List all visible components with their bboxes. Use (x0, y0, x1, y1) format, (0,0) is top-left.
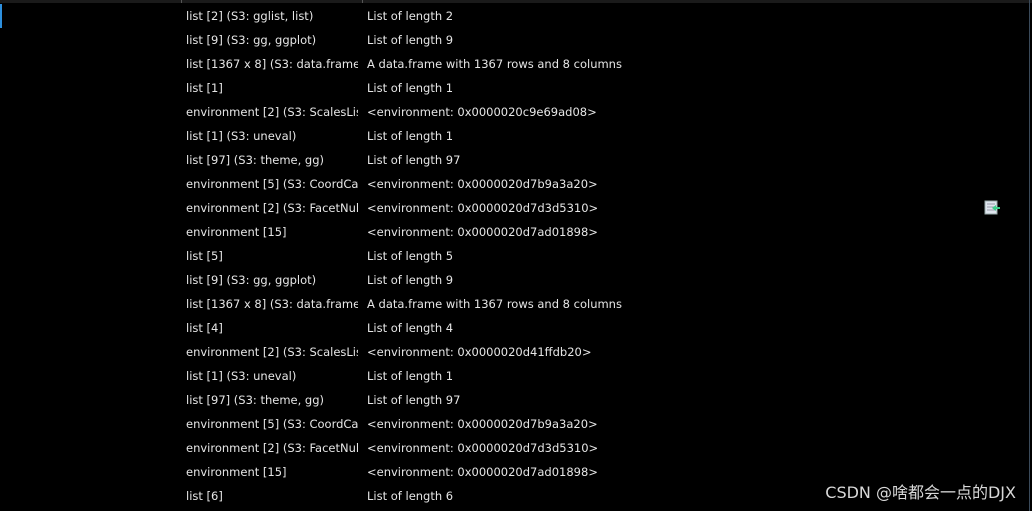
tree-row[interactable]: scalesenvironment [2] (S3: ScalesList, g… (0, 340, 1029, 364)
value-cell: <environment: 0x0000020d7d3d5310> (367, 441, 599, 455)
type-cell: list [97] (S3: theme, gg) (186, 393, 324, 407)
type-cell: list [1] (S3: uneval) (186, 369, 297, 383)
tree-row[interactable]: [[1]]list [9] (S3: gg, ggplot)List of le… (0, 28, 1029, 52)
value-cell: <environment: 0x0000020d7b9a3a20> (367, 177, 598, 191)
tree-row[interactable]: datalist [1367 x 8] (S3: data.frame)A da… (0, 52, 1029, 76)
type-cell: environment [2] (S3: FacetNull, Fa (186, 201, 358, 215)
tree-row[interactable]: datalist [1367 x 8] (S3: data.frame)A da… (0, 292, 1029, 316)
tree-row[interactable]: mappinglist [1] (S3: uneval)List of leng… (0, 124, 1029, 148)
tree-row[interactable]: themelist [97] (S3: theme, gg)List of le… (0, 388, 1029, 412)
type-cell: list [5] (186, 249, 223, 263)
copy-to-console-icon[interactable] (984, 200, 1000, 216)
value-cell: <environment: 0x0000020d7d3d5310> (367, 201, 599, 215)
value-cell: <environment: 0x0000020d7ad01898> (367, 225, 598, 239)
type-cell: environment [15] (186, 465, 287, 479)
value-cell: List of length 2 (367, 9, 454, 23)
tree-row[interactable]: layerslist [1]List of length 1 (0, 76, 1029, 100)
tree-row[interactable]: plot_envenvironment [15]<environment: 0x… (0, 220, 1029, 244)
column-divider[interactable] (181, 0, 182, 3)
type-cell: environment [5] (S3: CoordCartes (186, 417, 358, 431)
value-cell: List of length 97 (367, 153, 461, 167)
type-cell: environment [2] (S3: FacetNull, Fa (186, 441, 358, 455)
value-cell: List of length 5 (367, 249, 454, 263)
type-cell: list [4] (186, 321, 223, 335)
type-cell: list [1] (186, 81, 223, 95)
value-cell: List of length 4 (367, 321, 454, 335)
type-cell: environment [5] (S3: CoordCartes (186, 177, 358, 191)
tree-row[interactable]: labelslist [5]List of length 5 (0, 244, 1029, 268)
column-header (0, 0, 1032, 3)
value-cell: <environment: 0x0000020c9e69ad08> (367, 105, 597, 119)
value-cell: List of length 1 (367, 129, 454, 143)
value-cell: List of length 97 (367, 393, 461, 407)
type-cell: list [9] (S3: gg, ggplot) (186, 33, 317, 47)
type-cell: environment [15] (186, 225, 287, 239)
tree-row[interactable]: mappinglist [1] (S3: uneval)List of leng… (0, 364, 1029, 388)
type-cell: list [1] (S3: uneval) (186, 129, 297, 143)
tree-row[interactable]: coordinatesenvironment [5] (S3: CoordCar… (0, 172, 1029, 196)
value-cell: List of length 1 (367, 369, 454, 383)
value-cell: A data.frame with 1367 rows and 8 column… (367, 297, 622, 311)
column-divider[interactable] (362, 0, 363, 3)
value-cell: <environment: 0x0000020d7b9a3a20> (367, 417, 598, 431)
type-cell: list [1367 x 8] (S3: data.frame) (186, 297, 358, 311)
type-cell: list [97] (S3: theme, gg) (186, 153, 324, 167)
tree-row[interactable]: coordinatesenvironment [5] (S3: CoordCar… (0, 412, 1029, 436)
type-cell: list [1367 x 8] (S3: data.frame) (186, 57, 358, 71)
value-cell: <environment: 0x0000020d41ffdb20> (367, 345, 592, 359)
value-cell: List of length 9 (367, 33, 454, 47)
tree-row[interactable]: facetenvironment [2] (S3: FacetNull, Fa<… (0, 196, 1029, 220)
tree-row[interactable]: scalesenvironment [2] (S3: ScalesList, g… (0, 100, 1029, 124)
watermark: CSDN @啥都会一点的DJX (825, 483, 1016, 502)
scrollbar[interactable] (1029, 0, 1030, 511)
type-cell: list [6] (186, 489, 223, 503)
tree-row[interactable]: layerslist [4]List of length 4 (0, 316, 1029, 340)
tree-row[interactable]: plot1list [2] (S3: gglist, list)List of … (0, 4, 1029, 28)
type-cell: environment [2] (S3: ScalesList, g (186, 345, 358, 359)
type-cell: list [9] (S3: gg, ggplot) (186, 273, 317, 287)
tree-row[interactable]: themelist [97] (S3: theme, gg)List of le… (0, 148, 1029, 172)
value-cell: List of length 9 (367, 273, 454, 287)
value-cell: A data.frame with 1367 rows and 8 column… (367, 57, 622, 71)
type-cell: environment [2] (S3: ScalesList, g (186, 105, 358, 119)
tree-row[interactable]: facetenvironment [2] (S3: FacetNull, Fa<… (0, 436, 1029, 460)
object-tree: plot1list [2] (S3: gglist, list)List of … (0, 4, 1029, 508)
tree-row[interactable]: [[2]]list [9] (S3: gg, ggplot)List of le… (0, 268, 1029, 292)
value-cell: List of length 1 (367, 81, 454, 95)
type-cell: list [2] (S3: gglist, list) (186, 9, 314, 23)
